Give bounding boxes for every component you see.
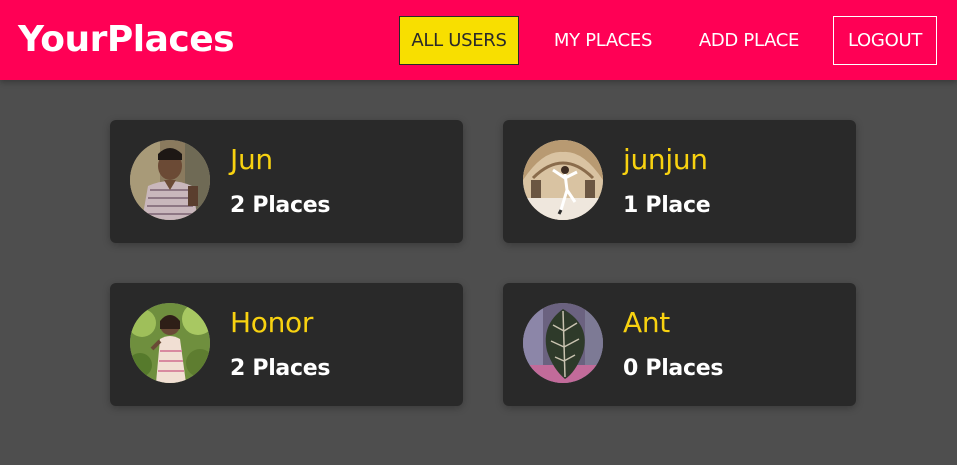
man-photo-icon (130, 140, 210, 220)
user-name: Jun (230, 143, 273, 176)
user-avatar (523, 140, 603, 220)
user-card[interactable]: Jun 2 Places (110, 120, 463, 243)
user-place-count: 0 Places (623, 356, 724, 381)
user-card[interactable]: Honor 2 Places (110, 283, 463, 406)
nav-my-places[interactable]: MY PLACES (540, 16, 666, 65)
user-name: Ant (623, 306, 670, 339)
user-avatar (130, 303, 210, 383)
user-name: junjun (623, 143, 708, 176)
logout-button[interactable]: LOGOUT (833, 16, 937, 65)
user-avatar (523, 303, 603, 383)
main-header: YourPlaces ALL USERS MY PLACES ADD PLACE… (0, 0, 957, 80)
user-card[interactable]: Ant 0 Places (503, 283, 856, 406)
user-place-count: 1 Place (623, 193, 711, 218)
nav-add-place[interactable]: ADD PLACE (684, 16, 814, 65)
user-place-count: 2 Places (230, 193, 331, 218)
user-place-count: 2 Places (230, 356, 331, 381)
child-photo-icon (130, 303, 210, 383)
nav-all-users[interactable]: ALL USERS (399, 16, 519, 65)
dancer-photo-icon (523, 140, 603, 220)
leaf-photo-icon (523, 303, 603, 383)
user-card[interactable]: junjun 1 Place (503, 120, 856, 243)
app-logo-link[interactable]: YourPlaces (18, 18, 235, 62)
user-avatar (130, 140, 210, 220)
user-name: Honor (230, 306, 314, 339)
